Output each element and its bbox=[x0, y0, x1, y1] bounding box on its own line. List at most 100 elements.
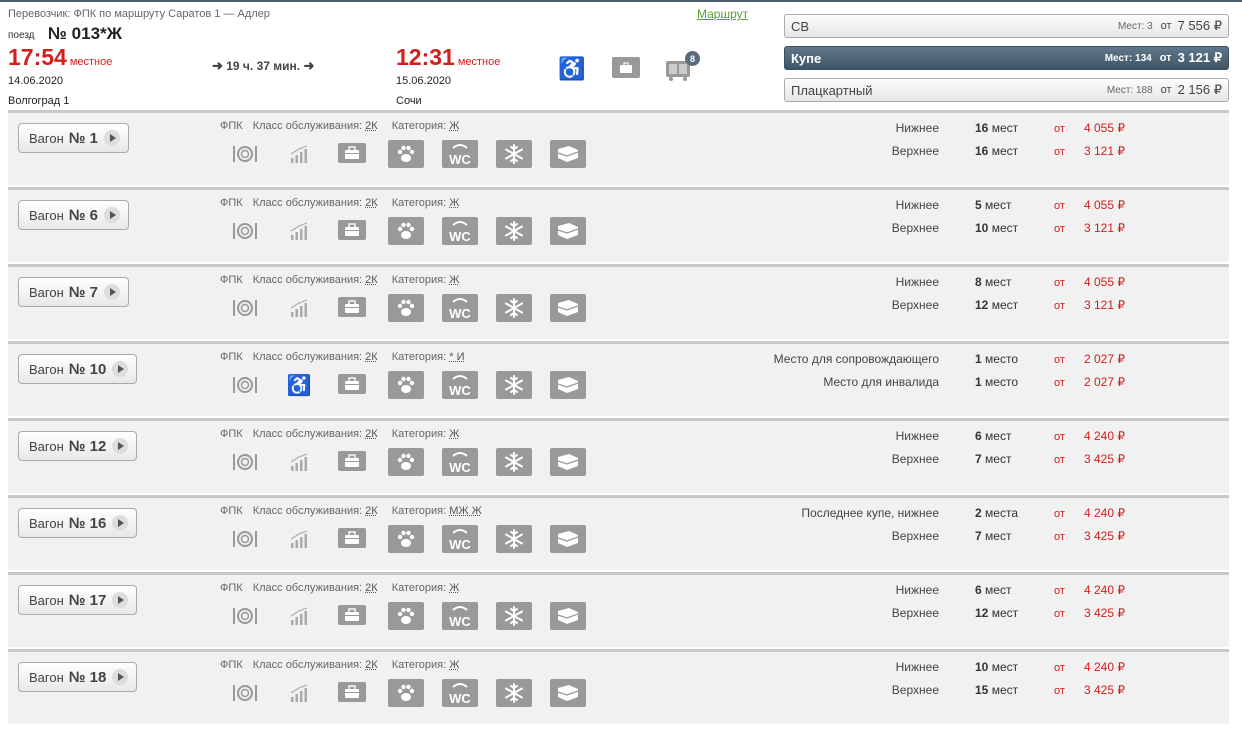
ac-icon bbox=[496, 525, 532, 553]
seat-price[interactable]: 4 240 ₽ bbox=[1084, 583, 1125, 597]
service-class-value[interactable]: 2К bbox=[365, 428, 378, 440]
linen-icon bbox=[550, 679, 586, 707]
class-option-1[interactable]: Купе Мест: 134 от 3 121 ₽ bbox=[784, 46, 1229, 70]
price-from-label: от bbox=[1054, 223, 1065, 235]
seat-price[interactable]: 2 027 ₽ bbox=[1084, 375, 1125, 389]
wagon-button[interactable]: Вагон № 1 bbox=[18, 123, 130, 153]
arrival-date: 15.06.2020 bbox=[396, 75, 452, 87]
seat-price[interactable]: 3 121 ₽ bbox=[1084, 221, 1125, 235]
wagon-row: Вагон № 1 ФПК Класс обслуживания: 2К Категор… bbox=[8, 110, 1229, 185]
wagon-button[interactable]: Вагон № 7 bbox=[18, 277, 130, 307]
departure-time-value: 17:54 bbox=[8, 44, 67, 70]
linen-icon bbox=[550, 371, 586, 399]
wagon-button[interactable]: Вагон № 12 bbox=[18, 431, 138, 461]
seat-count-word: мест bbox=[985, 275, 1012, 289]
service-class-value[interactable]: 2К bbox=[365, 659, 378, 671]
service-class-value[interactable]: 2К bbox=[365, 274, 378, 286]
pets-icon bbox=[388, 294, 424, 322]
seat-count-word: мест bbox=[991, 683, 1019, 697]
seat-count-number: 12 bbox=[975, 298, 989, 312]
service-class-value[interactable]: 2К bbox=[365, 351, 378, 363]
wagon-label: Вагон bbox=[29, 669, 64, 685]
departure-time-note: местное bbox=[69, 56, 113, 68]
category-value[interactable]: Ж bbox=[449, 120, 459, 132]
category-value[interactable]: Ж bbox=[449, 659, 459, 671]
wagon-button[interactable]: Вагон № 17 bbox=[18, 585, 138, 615]
wagon-button[interactable]: Вагон № 6 bbox=[18, 200, 130, 230]
class-option-0[interactable]: СВ Мест: 3 от 7 556 ₽ bbox=[784, 14, 1229, 38]
food-icon bbox=[230, 679, 260, 707]
wagon-button[interactable]: Вагон № 16 bbox=[18, 508, 138, 538]
seat-count-number: 16 bbox=[975, 121, 989, 135]
train-number: № 013*Ж bbox=[48, 24, 123, 43]
seat-count-number: 1 bbox=[975, 375, 982, 389]
category-value[interactable]: Ж bbox=[449, 274, 459, 286]
seat-price[interactable]: 4 055 ₽ bbox=[1084, 275, 1125, 289]
svg-text:WC: WC bbox=[449, 229, 471, 244]
service-class-value[interactable]: 2К bbox=[365, 197, 378, 209]
class-option-2[interactable]: Плацкартный Мест: 188 от 2 156 ₽ bbox=[784, 78, 1229, 102]
pets-icon bbox=[388, 602, 424, 630]
ac-icon bbox=[496, 140, 532, 168]
price-from-label: от bbox=[1054, 685, 1065, 697]
category-value[interactable]: Ж bbox=[449, 582, 459, 594]
seat-price[interactable]: 3 121 ₽ bbox=[1084, 298, 1125, 312]
seat-count-word: мест bbox=[985, 583, 1012, 597]
wagon-button[interactable]: Вагон № 18 bbox=[18, 662, 138, 692]
seat-price[interactable]: 4 240 ₽ bbox=[1084, 429, 1125, 443]
seat-price[interactable]: 3 425 ₽ bbox=[1084, 529, 1125, 543]
seat-price[interactable]: 3 425 ₽ bbox=[1084, 683, 1125, 697]
seat-type-label: Последнее купе, нижнее bbox=[801, 506, 939, 520]
wagon-button[interactable]: Вагон № 10 bbox=[18, 354, 138, 384]
svg-text:WC: WC bbox=[449, 460, 471, 475]
food-icon bbox=[230, 217, 260, 245]
ac-icon bbox=[496, 448, 532, 476]
departure-date: 14.06.2020 bbox=[8, 75, 64, 87]
category-value[interactable]: * И bbox=[449, 351, 464, 363]
price-from-label: от bbox=[1054, 662, 1065, 674]
seat-count-word: мест bbox=[985, 198, 1012, 212]
arrival-time-value: 12:31 bbox=[396, 44, 455, 70]
pets-icon bbox=[388, 371, 424, 399]
class-seats: Мест: 134 bbox=[1104, 52, 1152, 64]
wagon-carrier: ФПК bbox=[220, 274, 243, 286]
service-class-value[interactable]: 2К bbox=[365, 120, 378, 132]
food-icon bbox=[230, 371, 260, 399]
seat-count-word: место bbox=[985, 375, 1018, 389]
seat-price[interactable]: 3 425 ₽ bbox=[1084, 452, 1125, 466]
seat-count: 2 места bbox=[975, 506, 1018, 520]
seat-price[interactable]: 4 055 ₽ bbox=[1084, 121, 1125, 135]
service-class-value[interactable]: 2К bbox=[365, 505, 378, 517]
seat-count-number: 15 bbox=[975, 683, 989, 697]
bag-icon bbox=[338, 451, 366, 471]
seat-price[interactable]: 2 027 ₽ bbox=[1084, 352, 1125, 366]
wagon-row: Вагон № 6 ФПК Класс обслуживания: 2К Категор… bbox=[8, 187, 1229, 262]
seat-price[interactable]: 4 055 ₽ bbox=[1084, 198, 1125, 212]
linen-icon bbox=[550, 217, 586, 245]
seat-count: 1 место bbox=[975, 375, 1018, 389]
category-value[interactable]: МЖ Ж bbox=[449, 505, 482, 517]
service-class-value[interactable]: 2К bbox=[365, 582, 378, 594]
wagon-number: № 17 bbox=[68, 591, 107, 609]
ac-icon bbox=[496, 371, 532, 399]
seat-count-word: мест bbox=[991, 144, 1019, 158]
seat-price[interactable]: 3 425 ₽ bbox=[1084, 606, 1125, 620]
departure-time: 17:54 местное bbox=[8, 44, 112, 71]
seat-count: 6 мест bbox=[975, 583, 1011, 597]
seat-count-number: 6 bbox=[975, 583, 982, 597]
class-seats: Мест: 3 bbox=[1117, 20, 1153, 32]
seat-count-number: 6 bbox=[975, 429, 982, 443]
category-value[interactable]: Ж bbox=[449, 428, 459, 440]
wagon-info: ФПК Класс обслуживания: 2К Категория: Ж bbox=[220, 582, 473, 594]
category-label: Категория: bbox=[391, 582, 447, 594]
seat-count: 10 мест bbox=[975, 221, 1018, 235]
linen-icon bbox=[550, 602, 586, 630]
price-from-label: от bbox=[1054, 431, 1065, 443]
statistics-icon bbox=[288, 679, 310, 707]
wagon-carrier: ФПК bbox=[220, 505, 243, 517]
seat-price[interactable]: 4 240 ₽ bbox=[1084, 660, 1125, 674]
route-link[interactable]: Маршрут bbox=[697, 7, 748, 21]
seat-price[interactable]: 4 240 ₽ bbox=[1084, 506, 1125, 520]
seat-price[interactable]: 3 121 ₽ bbox=[1084, 144, 1125, 158]
category-value[interactable]: Ж bbox=[449, 197, 459, 209]
